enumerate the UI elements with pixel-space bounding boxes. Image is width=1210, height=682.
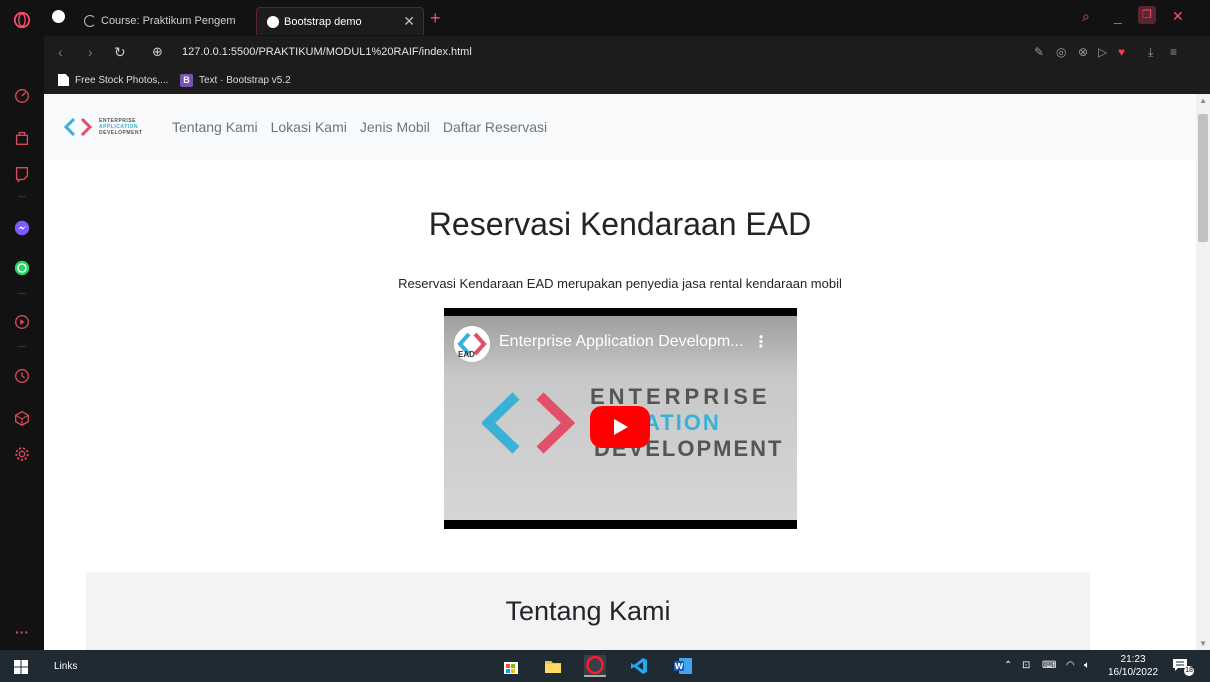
minimize-button[interactable]: _ [1114, 8, 1122, 24]
loading-icon [84, 15, 96, 27]
opera-sidebar: ··· [0, 0, 44, 650]
close-window-button[interactable]: ✕ [1172, 8, 1184, 25]
play-icon [614, 419, 628, 435]
reload-icon[interactable]: ↻ [114, 44, 126, 61]
back-button[interactable]: ‹ [58, 44, 63, 60]
opera-taskbar-icon[interactable] [584, 655, 606, 677]
sidebar-divider [18, 346, 26, 347]
settings-gear-icon[interactable] [12, 444, 32, 464]
input-method-icon[interactable]: ⌨ [1042, 660, 1056, 671]
vertical-scrollbar[interactable]: ▲ ▼ [1196, 94, 1210, 650]
svg-text:W: W [675, 662, 684, 671]
page-viewport: ENTERPRISE APPLICATION DEVELOPMENT Tenta… [44, 94, 1210, 650]
vscode-icon[interactable] [628, 655, 650, 677]
about-heading: Tentang Kami [505, 596, 671, 626]
file-explorer-icon[interactable] [542, 655, 564, 677]
bookmark-label: Free Stock Photos,... [75, 74, 169, 86]
notification-count-badge: 18 [1184, 666, 1194, 676]
show-hidden-icons-chevron-icon[interactable]: ⌃ [1004, 660, 1012, 671]
store-icon[interactable] [500, 655, 522, 677]
document-icon [58, 74, 69, 86]
downloads-icon[interactable]: ⤓ [1148, 45, 1153, 60]
history-icon[interactable] [12, 366, 32, 386]
scroll-down-arrow-icon[interactable]: ▼ [1199, 639, 1207, 648]
site-info-globe-icon[interactable]: ⊕ [152, 44, 163, 60]
twitch-icon[interactable] [12, 164, 32, 184]
site-globe-icon [267, 15, 279, 28]
clock-time: 21:23 [1120, 654, 1146, 665]
tab-title: Course: Praktikum Pengem [101, 15, 236, 27]
play-button[interactable] [590, 406, 650, 448]
nav-link-daftar-reservasi[interactable]: Daftar Reservasi [443, 119, 547, 135]
whatsapp-icon[interactable] [12, 258, 32, 278]
send-icon[interactable]: ▷ [1098, 45, 1107, 59]
speed-dial-icon[interactable] [12, 86, 32, 106]
word-icon[interactable]: W [672, 655, 694, 677]
notification-center-icon[interactable]: 18 [1172, 658, 1194, 676]
sidebar-divider [18, 293, 26, 294]
nav-links: Tentang Kami Lokasi Kami Jenis Mobil Daf… [172, 119, 547, 135]
more-options-icon[interactable]: ⋮ [753, 332, 769, 352]
ead-brackets-icon [64, 118, 93, 136]
workspace-icon[interactable] [52, 10, 65, 23]
nav-link-jenis-mobil[interactable]: Jenis Mobil [360, 119, 430, 135]
channel-avatar[interactable]: EAD [454, 326, 490, 362]
bookmark-label: Text · Bootstrap v5.2 [199, 75, 291, 86]
bookmarks-bar: Free Stock Photos,... B Text · Bootstrap… [44, 68, 1210, 94]
tab-bootstrap-demo[interactable]: Bootstrap demo ✕ [256, 7, 424, 35]
scroll-thumb[interactable] [1198, 114, 1208, 242]
adblock-icon[interactable]: ⊗ [1078, 45, 1088, 59]
wifi-icon[interactable]: ◠ [1066, 660, 1075, 671]
player-icon[interactable] [12, 312, 32, 332]
youtube-embed[interactable]: EAD Enterprise Application Developm... ⋮… [444, 308, 797, 529]
nav-link-tentang-kami[interactable]: Tentang Kami [172, 119, 258, 135]
extensions-cube-icon[interactable] [12, 408, 32, 428]
site-navbar: ENTERPRISE APPLICATION DEVELOPMENT Tenta… [44, 94, 1196, 160]
clock-date: 16/10/2022 [1108, 667, 1159, 678]
scroll-up-arrow-icon[interactable]: ▲ [1199, 96, 1207, 105]
edit-icon[interactable]: ✎ [1034, 45, 1044, 59]
opera-logo-icon[interactable] [12, 10, 32, 30]
maximize-button[interactable]: ❐ [1138, 6, 1156, 24]
forward-button[interactable]: › [88, 44, 93, 60]
new-tab-button[interactable]: + [430, 8, 441, 29]
volume-icon[interactable]: 🔈︎ [1084, 660, 1090, 671]
shopping-bag-icon[interactable] [12, 128, 32, 148]
bootstrap-icon: B [180, 74, 193, 87]
brand-line: DEVELOPMENT [99, 130, 143, 136]
easy-setup-icon[interactable]: ≡ [1170, 45, 1177, 59]
video-title[interactable]: Enterprise Application Developm... [499, 333, 744, 351]
heart-icon[interactable]: ♥ [1118, 45, 1125, 59]
close-tab-icon[interactable]: ✕ [403, 13, 415, 30]
video-thumbnail[interactable]: EAD Enterprise Application Developm... ⋮… [444, 316, 797, 520]
page-subtitle: Reservasi Kendaraan EAD merupakan penyed… [398, 276, 842, 291]
clock[interactable]: 21:23 16/10/2022 [1108, 653, 1158, 679]
brand-text: ENTERPRISE APPLICATION DEVELOPMENT [99, 118, 143, 136]
windows-taskbar: Links W ⌃ ⊡ ⌨ ◠ 🔈︎ 21:23 16/10/2022 18 [0, 650, 1210, 682]
snapshot-icon[interactable]: ◎ [1056, 45, 1066, 59]
sidebar-divider [18, 196, 26, 197]
address-bar: ‹ › ↻ ⊕ 127.0.0.1:5500/PRAKTIKUM/MODUL1%… [44, 36, 1210, 68]
page-title: Reservasi Kendaraan EAD [428, 206, 812, 242]
brand-logo[interactable]: ENTERPRISE APPLICATION DEVELOPMENT [64, 118, 143, 136]
ead-big-brackets-icon [482, 392, 576, 454]
bookmark-bootstrap-text[interactable]: B Text · Bootstrap v5.2 [180, 74, 291, 87]
battery-icon[interactable]: ⊡ [1022, 660, 1030, 671]
links-toolbar[interactable]: Links [54, 661, 77, 672]
windows-start-icon[interactable] [14, 660, 28, 674]
tab-course[interactable]: Course: Praktikum Pengem ✕ [74, 7, 276, 35]
messenger-icon[interactable] [12, 218, 32, 238]
about-section: Tentang Kami [86, 572, 1090, 650]
tab-bar: Course: Praktikum Pengem ✕ Bootstrap dem… [44, 0, 1210, 36]
search-tabs-icon[interactable]: ⌕ [1082, 8, 1090, 25]
channel-badge: EAD [458, 350, 475, 359]
sidebar-more-icon[interactable]: ··· [12, 622, 32, 642]
bookmark-free-stock-photos[interactable]: Free Stock Photos,... [58, 74, 168, 86]
tab-title: Bootstrap demo [284, 15, 362, 28]
url-field[interactable]: 127.0.0.1:5500/PRAKTIKUM/MODUL1%20RAIF/i… [182, 46, 472, 58]
nav-link-lokasi-kami[interactable]: Lokasi Kami [271, 119, 347, 135]
